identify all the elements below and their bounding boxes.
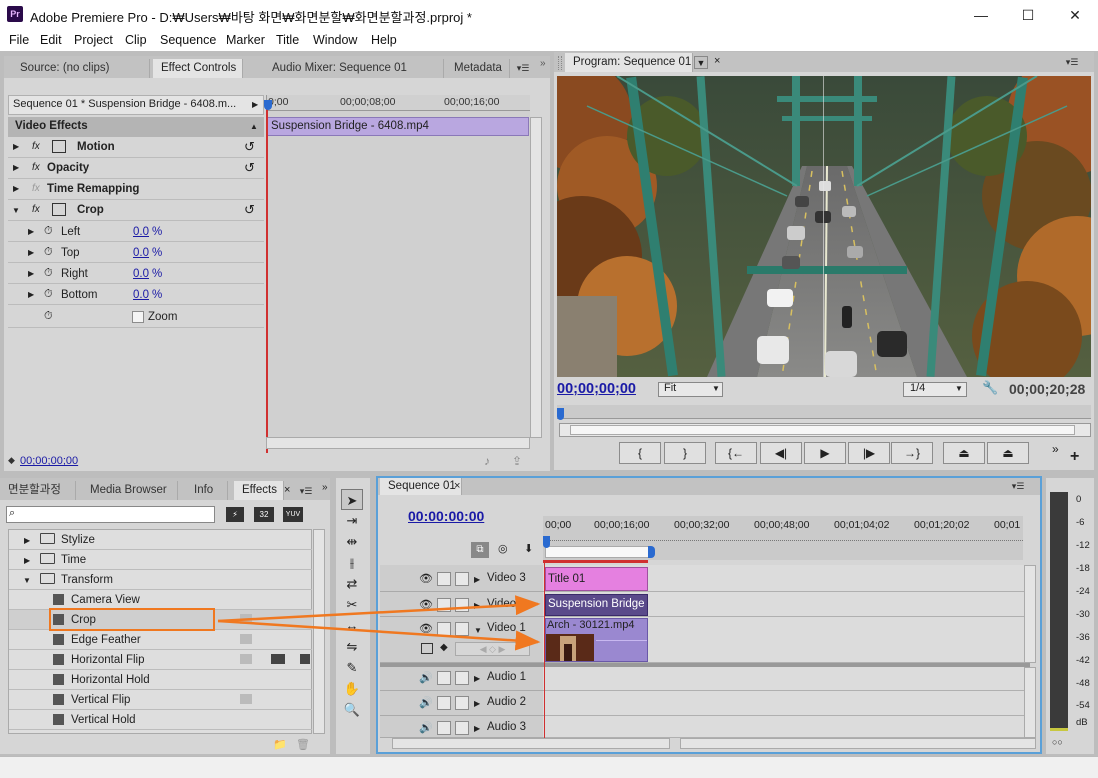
arrow-to-video-1 xyxy=(217,619,541,651)
status-bar xyxy=(0,756,1098,778)
drag-arrows-overlay xyxy=(217,595,541,651)
arrow-to-video-2 xyxy=(217,595,541,623)
